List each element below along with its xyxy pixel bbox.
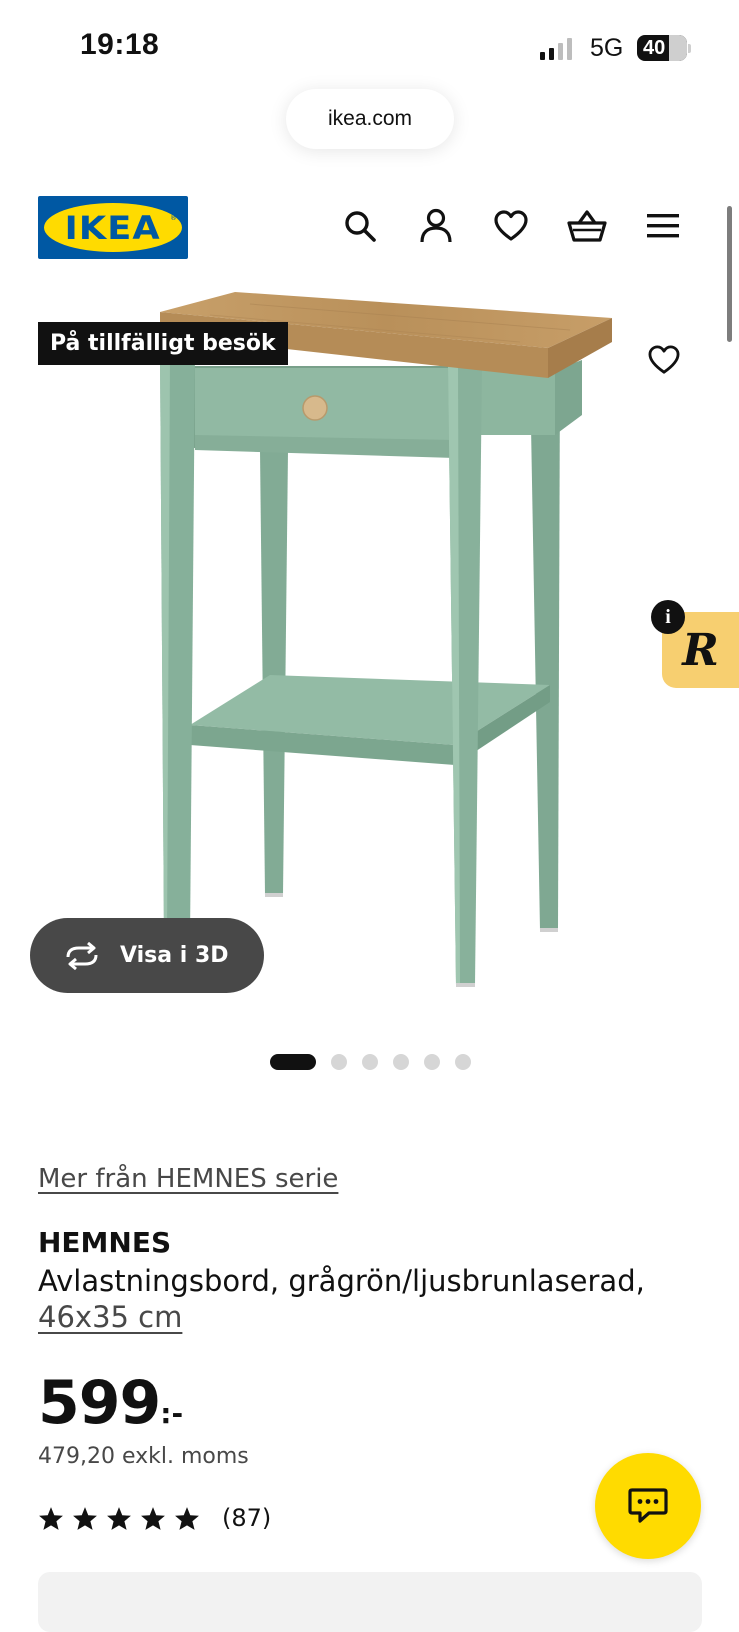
info-icon[interactable]: i [651,600,685,634]
account-icon[interactable] [414,204,458,248]
logo-text: IKEA [64,208,162,247]
network-type: 5G [590,34,624,62]
series-link[interactable]: Mer från HEMNES serie [38,1164,338,1194]
basket-icon[interactable] [565,204,609,248]
menu-icon[interactable] [641,204,685,248]
price-value: 599 [38,1368,161,1438]
scrollbar[interactable] [727,206,732,342]
carousel-dot[interactable] [455,1054,471,1070]
product-name: HEMNES [38,1226,172,1259]
product-image[interactable] [100,290,660,1010]
review-count: (87) [222,1504,272,1532]
chat-button[interactable] [595,1453,701,1559]
star-icon [73,1506,97,1530]
heart-icon[interactable] [489,204,533,248]
rating-stars [38,1506,200,1531]
battery-icon: 40 [637,35,687,61]
view-in-3d-label: Visa i 3D [120,943,229,968]
carousel-dot[interactable] [270,1054,316,1070]
price-suffix: :- [160,1397,184,1430]
star-icon [39,1506,63,1530]
carousel-dot[interactable] [331,1054,347,1070]
price-excl-vat: 479,20 exkl. moms [38,1444,249,1469]
cellular-signal-icon [540,38,572,60]
star-icon [107,1506,131,1530]
add-to-favorites-heart-icon[interactable] [640,336,688,384]
star-icon [141,1506,165,1530]
product-description: Avlastningsbord, grågrön/ljusbrunlaserad… [38,1264,645,1298]
ikea-logo[interactable]: IKEA ® [38,196,188,259]
r-widget-letter: R [682,624,719,676]
status-time: 19:18 [80,28,160,61]
search-icon[interactable] [338,204,382,248]
rotate-3d-icon [62,941,102,970]
url-text: ikea.com [327,107,413,130]
battery-level: 40 [643,36,666,59]
carousel-dot[interactable] [362,1054,378,1070]
battery-tip [688,44,691,53]
star-icon [175,1506,199,1530]
chat-bubble-icon [628,1488,668,1523]
bottom-card [38,1572,702,1632]
address-bar[interactable]: ikea.com [286,89,454,149]
view-in-3d-button[interactable]: Visa i 3D [30,918,264,993]
product-price: 599 :- [38,1368,183,1438]
temporary-offer-badge: På tillfälligt besök [38,322,288,365]
carousel-indicator [270,1054,471,1070]
carousel-dot[interactable] [424,1054,440,1070]
carousel-dot[interactable] [393,1054,409,1070]
product-rating[interactable]: (87) [38,1504,271,1532]
product-size-link[interactable]: 46x35 cm [38,1300,182,1334]
